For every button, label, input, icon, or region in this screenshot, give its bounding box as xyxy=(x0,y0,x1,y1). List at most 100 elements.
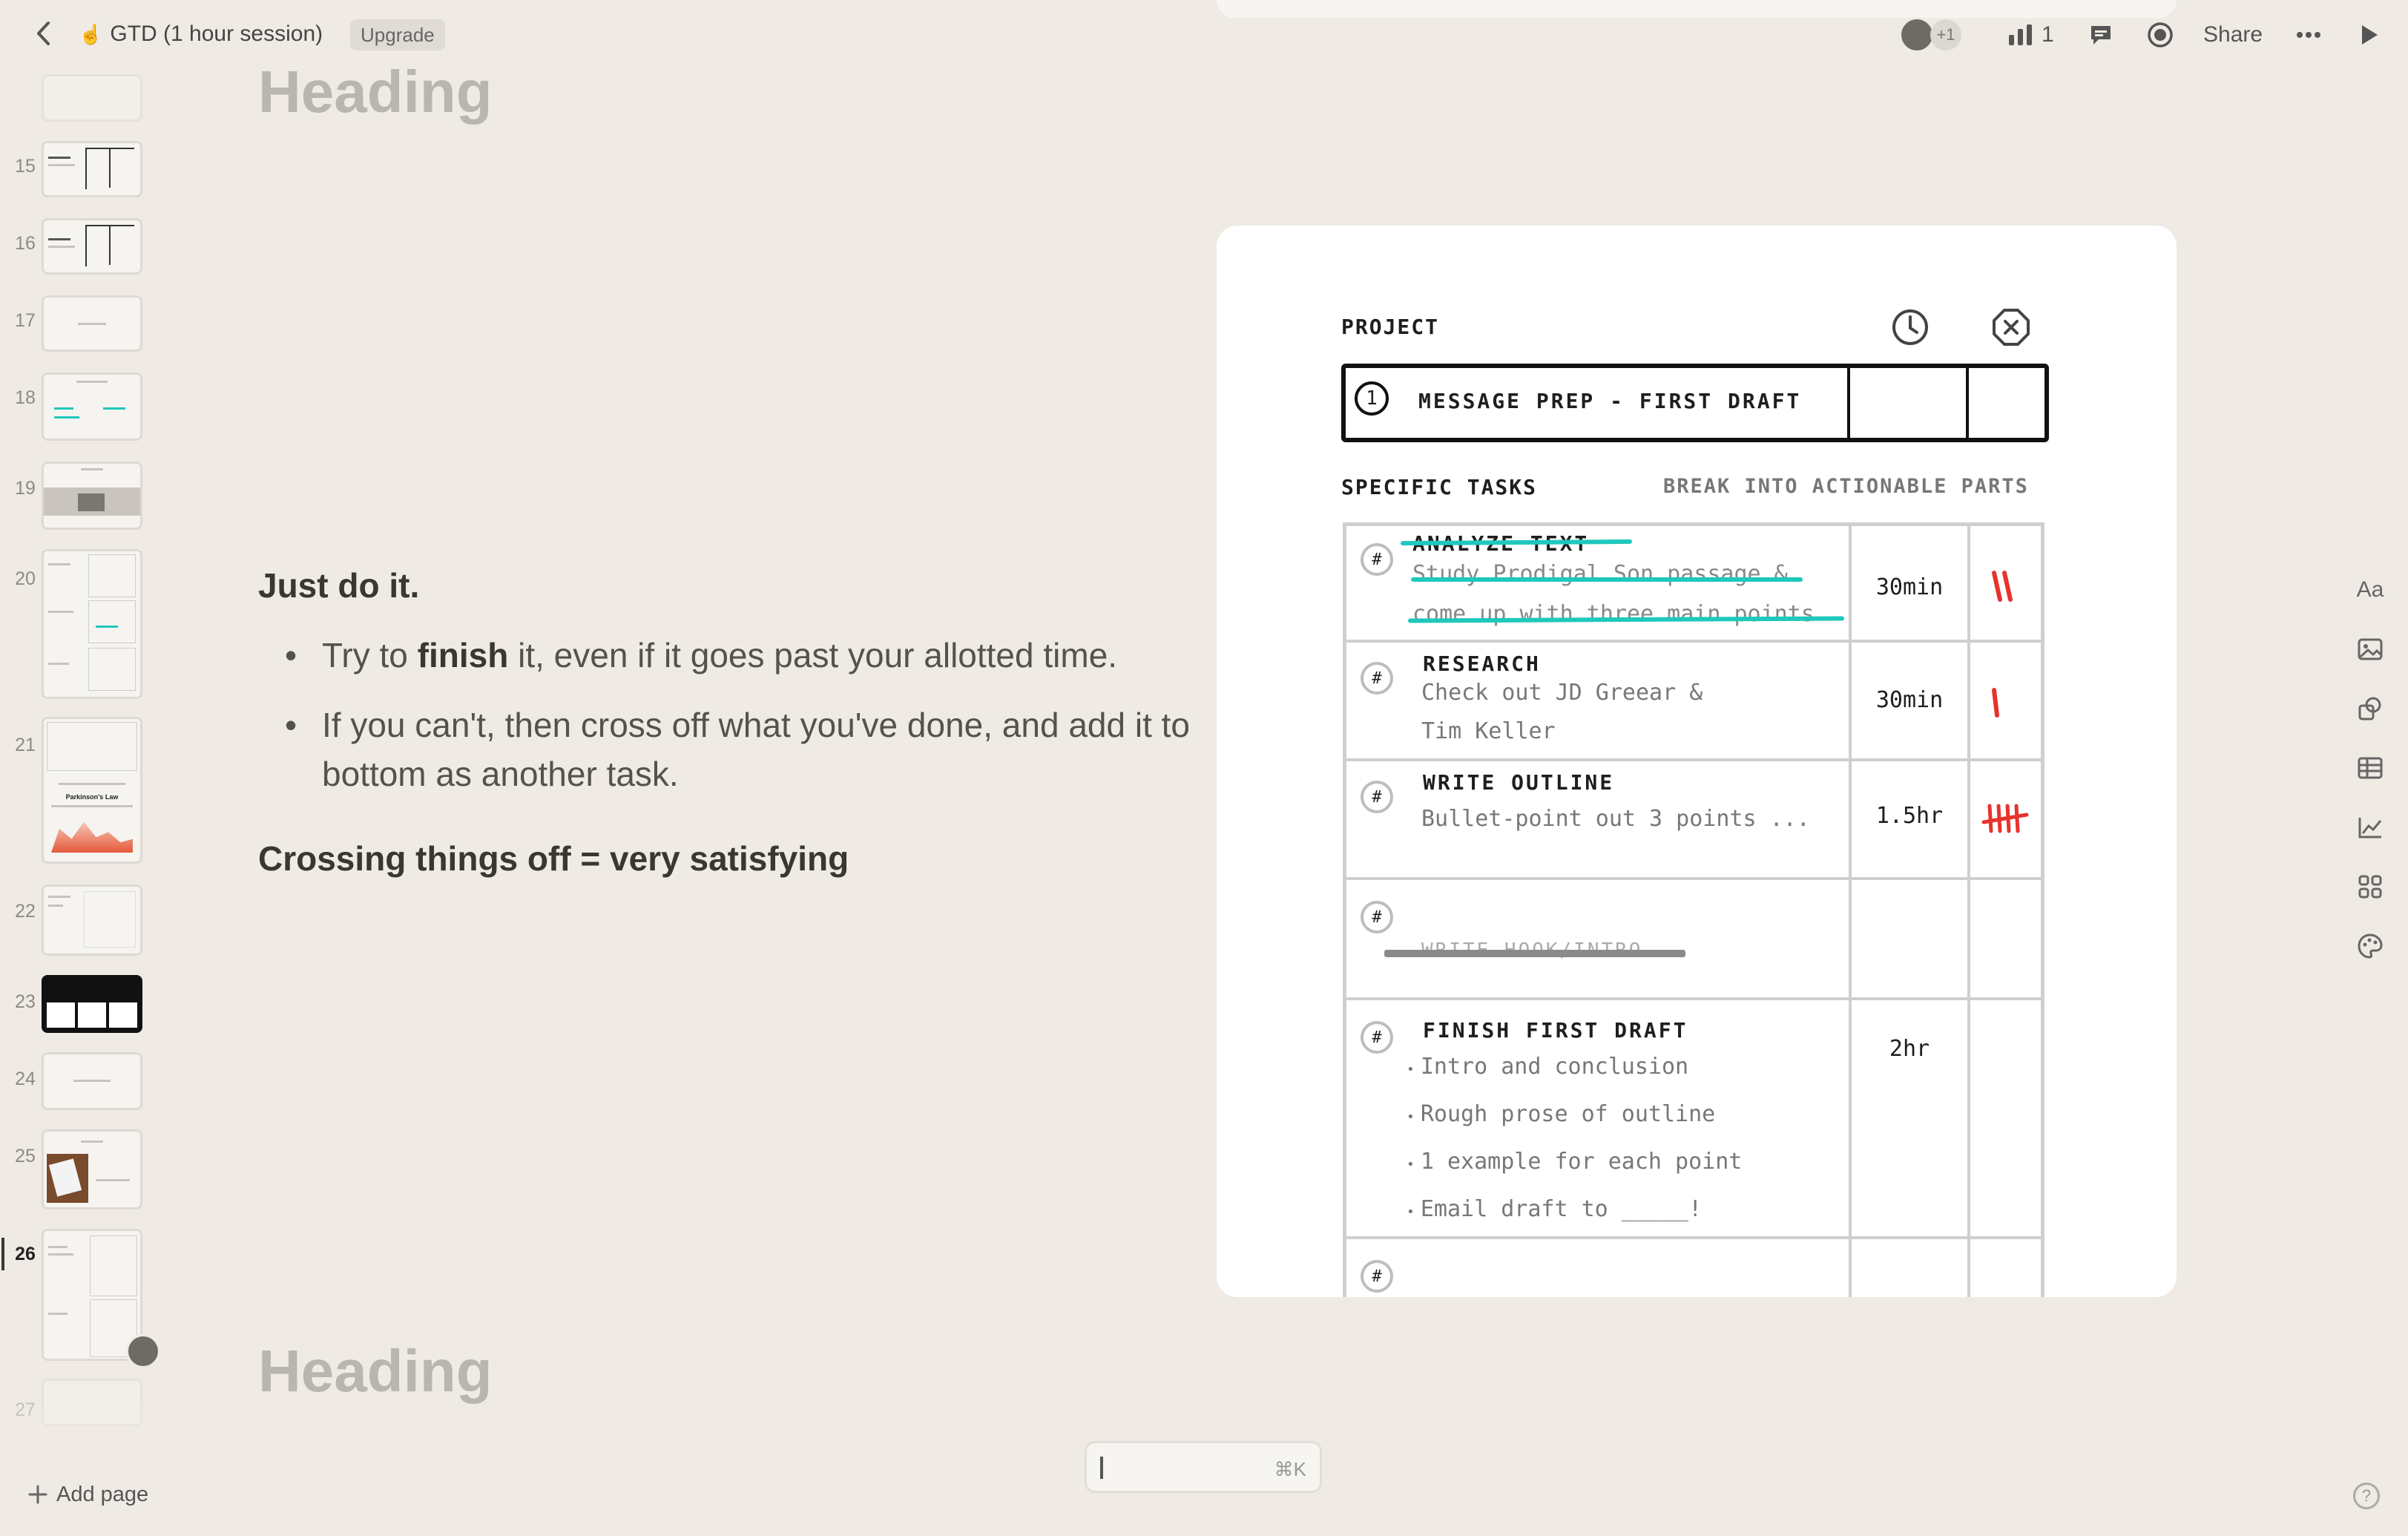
subheading[interactable]: Just do it. xyxy=(258,565,419,605)
comments-button[interactable] xyxy=(2085,19,2117,50)
slide-thumbnail[interactable] xyxy=(42,141,142,197)
command-shortcut: ⌘K xyxy=(1274,1458,1306,1480)
slide-number: 26 xyxy=(15,1244,36,1264)
upgrade-button[interactable]: Upgrade xyxy=(350,19,445,50)
command-bar[interactable]: ⌘K xyxy=(1085,1441,1322,1493)
collaborator-avatar xyxy=(126,1334,160,1368)
top-bar: ☝️ GTD (1 hour session) Upgrade +1 1 Sha… xyxy=(0,0,2408,67)
bullet-item[interactable]: • If you can't, then cross off what you'… xyxy=(285,700,1190,798)
slide-number: 21 xyxy=(15,735,36,755)
palette-icon xyxy=(2358,933,2383,959)
task-description: Tim Keller xyxy=(1421,718,1556,744)
more-button[interactable] xyxy=(2292,19,2325,50)
doc-title[interactable]: ☝️ GTD (1 hour session) xyxy=(79,19,323,49)
doc-title-text: GTD (1 hour session) xyxy=(110,22,323,46)
share-button[interactable]: Share xyxy=(2203,19,2263,50)
analytics-button[interactable]: 1 xyxy=(2007,19,2054,50)
slide-thumbnail[interactable] xyxy=(42,1052,142,1110)
analytics-count: 1 xyxy=(2042,22,2054,47)
bullet-text: it, even if it goes past your allotted t… xyxy=(508,636,1118,675)
slide-thumbnail[interactable] xyxy=(42,1129,142,1210)
add-page-label: Add page xyxy=(56,1482,149,1506)
task-title: RESEARCH xyxy=(1423,652,1541,676)
embed-tool[interactable] xyxy=(2352,868,2389,905)
collaborators[interactable]: +1 xyxy=(1899,17,1961,53)
slide-thumbnail[interactable]: Parkinson's Law xyxy=(42,717,142,864)
bullet-item[interactable]: • Try to finish it, even if it goes past… xyxy=(285,631,1175,680)
task-time: 30min xyxy=(1875,687,1944,713)
bar-chart-icon xyxy=(2009,24,2032,45)
slide-number: 20 xyxy=(15,568,36,589)
project-number: 1 xyxy=(1355,381,1389,416)
slide-thumbnail[interactable] xyxy=(42,372,142,441)
slide-number: 22 xyxy=(15,901,36,922)
task-title: FINISH FIRST DRAFT xyxy=(1423,1018,1688,1043)
slide-number: 15 xyxy=(15,156,36,177)
task-time: 1.5hr xyxy=(1875,803,1944,829)
specific-tasks-label: SPECIFIC TASKS xyxy=(1341,475,1538,499)
slide-thumbnail[interactable] xyxy=(42,884,142,956)
tally-marks xyxy=(1992,571,2013,602)
tally-marks xyxy=(1981,804,2029,833)
bullet-list[interactable]: • Try to finish it, even if it goes past… xyxy=(285,631,1190,798)
task-number-circle: # xyxy=(1361,543,1393,576)
task-time: 2hr xyxy=(1889,1036,1930,1062)
present-button[interactable] xyxy=(2353,19,2386,50)
slide-thumbnail[interactable] xyxy=(42,462,142,530)
tasks-table xyxy=(1343,522,2045,1297)
add-page-button[interactable]: Add page xyxy=(28,1478,148,1511)
slide-thumbnail[interactable] xyxy=(42,549,142,699)
task-bullet: • Email draft to _____! xyxy=(1407,1196,1703,1222)
slide-thumbnail[interactable] xyxy=(42,74,142,122)
slide-number: 18 xyxy=(15,387,36,408)
image-icon xyxy=(2358,638,2383,660)
grid-icon xyxy=(2358,875,2382,899)
task-description: come up with three main points xyxy=(1412,601,1815,627)
project-label: PROJECT xyxy=(1341,315,1440,339)
bullet-text: If you can't, then cross off what you've… xyxy=(322,706,1191,793)
heading-placeholder[interactable]: Heading xyxy=(258,1337,493,1405)
task-number-circle: # xyxy=(1361,1021,1393,1054)
table-tool[interactable] xyxy=(2352,749,2389,787)
table-icon xyxy=(2358,757,2383,779)
back-button[interactable] xyxy=(27,16,61,50)
task-description: Study Prodigal Son passage & xyxy=(1412,561,1788,587)
slide-number: 24 xyxy=(15,1069,36,1089)
task-number-circle: # xyxy=(1361,781,1393,813)
help-button[interactable]: ? xyxy=(2353,1483,2380,1509)
task-time: 30min xyxy=(1875,574,1944,600)
task-description: Check out JD Greear & xyxy=(1421,680,1703,706)
task-number-circle: # xyxy=(1361,1260,1393,1293)
slide-number: 25 xyxy=(15,1146,36,1166)
slide-thumbnail[interactable] xyxy=(42,295,142,352)
chevron-left-icon xyxy=(37,22,50,45)
sidebar-fade xyxy=(0,1395,171,1484)
task-number-circle: # xyxy=(1361,662,1393,695)
strikethrough xyxy=(1384,950,1685,957)
theme-tool[interactable] xyxy=(2352,928,2389,965)
task-number-circle: # xyxy=(1361,901,1393,933)
collaborators-extra-count: +1 xyxy=(1930,19,1961,50)
slide-thumbnail[interactable] xyxy=(42,975,142,1033)
clock-icon xyxy=(1892,309,1928,345)
record-button[interactable] xyxy=(2144,19,2177,50)
chart-tool[interactable] xyxy=(2352,809,2389,846)
bullet-bold-text: finish xyxy=(417,636,509,675)
current-page-indicator xyxy=(1,1238,4,1270)
cancel-icon xyxy=(1993,309,2030,346)
project-box: 1 MESSAGE PREP - FIRST DRAFT xyxy=(1341,364,2049,442)
slide-number: 19 xyxy=(15,478,36,499)
thumbnail-title: Parkinson's Law xyxy=(65,793,119,801)
slide-thumbnail[interactable] xyxy=(42,1229,142,1361)
image-tool[interactable] xyxy=(2352,631,2389,668)
heading-placeholder[interactable]: Heading xyxy=(258,58,493,126)
shapes-tool[interactable] xyxy=(2352,690,2389,727)
shapes-icon xyxy=(2358,697,2381,721)
slide-number: 17 xyxy=(15,310,36,331)
worksheet-image[interactable]: PROJECT 1 MESSAGE PREP - FIRST DRAFT SPE… xyxy=(1217,226,2177,1297)
slide-thumbnail[interactable] xyxy=(42,218,142,275)
project-name: MESSAGE PREP - FIRST DRAFT xyxy=(1418,389,1802,413)
slide-number: 23 xyxy=(15,991,36,1012)
text-style-tool[interactable]: Aa xyxy=(2352,571,2389,608)
closing-text[interactable]: Crossing things off = very satisfying xyxy=(258,838,849,879)
